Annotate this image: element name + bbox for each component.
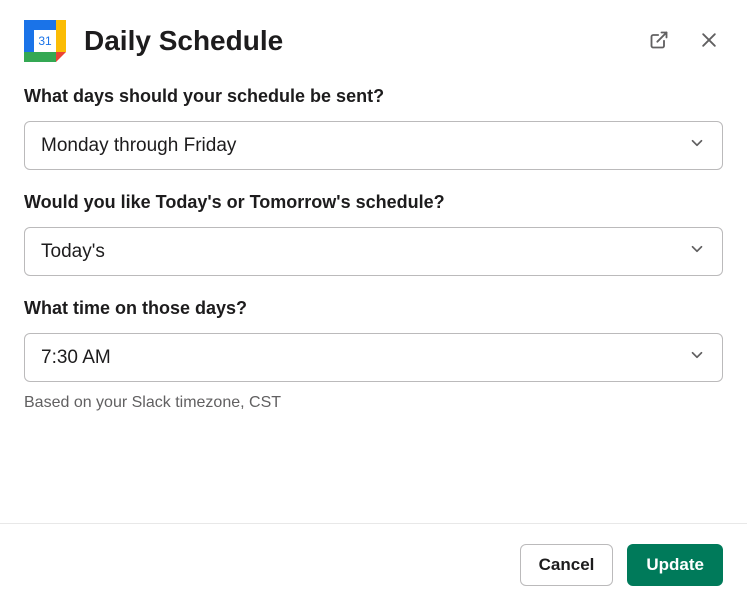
- modal-body: What days should your schedule be sent? …: [0, 74, 747, 454]
- open-external-button[interactable]: [645, 26, 673, 57]
- svg-text:31: 31: [38, 34, 52, 48]
- external-link-icon: [649, 30, 669, 53]
- google-calendar-icon: 31: [24, 20, 66, 62]
- close-icon: [699, 30, 719, 53]
- days-select-value: Monday through Friday: [41, 135, 236, 157]
- modal-header: 31 Daily Schedule: [0, 0, 747, 74]
- header-actions: [645, 26, 723, 57]
- days-select[interactable]: Monday through Friday: [24, 121, 723, 170]
- field-time-label: What time on those days?: [24, 298, 723, 319]
- time-select-value: 7:30 AM: [41, 347, 111, 369]
- update-button[interactable]: Update: [627, 544, 723, 586]
- close-button[interactable]: [695, 26, 723, 57]
- field-days-label: What days should your schedule be sent?: [24, 86, 723, 107]
- field-time: What time on those days? 7:30 AM Based o…: [24, 298, 723, 412]
- field-days: What days should your schedule be sent? …: [24, 86, 723, 170]
- chevron-down-icon: [688, 134, 706, 157]
- field-which-label: Would you like Today's or Tomorrow's sch…: [24, 192, 723, 213]
- which-select-value: Today's: [41, 241, 105, 263]
- time-helper-text: Based on your Slack timezone, CST: [24, 394, 723, 412]
- chevron-down-icon: [688, 240, 706, 263]
- field-which: Would you like Today's or Tomorrow's sch…: [24, 192, 723, 276]
- cancel-button[interactable]: Cancel: [520, 544, 614, 586]
- which-select[interactable]: Today's: [24, 227, 723, 276]
- modal-footer: Cancel Update: [0, 523, 747, 606]
- time-select[interactable]: 7:30 AM: [24, 333, 723, 382]
- modal-title: Daily Schedule: [84, 25, 645, 57]
- chevron-down-icon: [688, 346, 706, 369]
